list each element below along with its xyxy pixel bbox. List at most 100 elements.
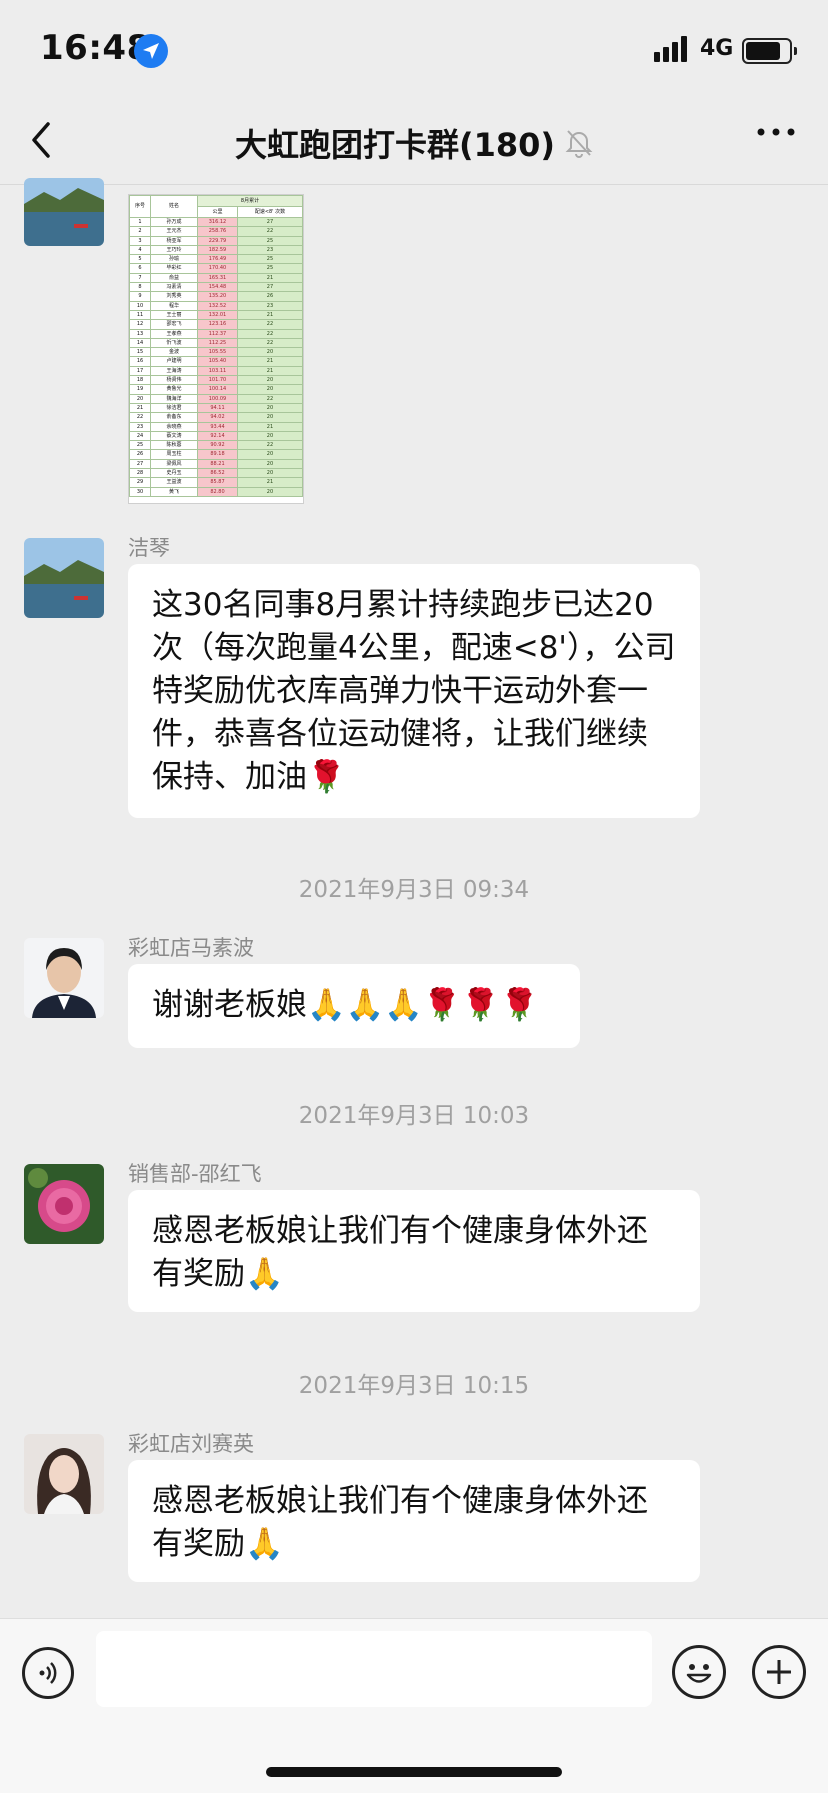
sheet-cell-name: 周玉柱 [150, 449, 198, 460]
sheet-row: 5 孙瑜 176.49 25 [129, 254, 303, 265]
sheet-cell-times: 22 [236, 319, 303, 330]
sheet-row: 26 周玉柱 89.18 20 [129, 449, 303, 460]
sheet-cell-seq: 20 [129, 393, 151, 404]
sheet-cell-seq: 11 [129, 309, 151, 321]
sheet-cell-km: 112.37 [197, 328, 238, 339]
sheet-cell-seq: 13 [129, 328, 151, 339]
shared-image-table[interactable]: 序号 姓名 8月累计 公里 配速<8' 次数 1 孙万成 316.12 27 2 王元杰 2… [128, 194, 304, 504]
sheet-row: 1 孙万成 316.12 27 [129, 216, 303, 228]
sheet-cell-name: 冯素清 [150, 282, 198, 293]
sheet-cell-km: 316.12 [197, 216, 238, 228]
sheet-cell-seq: 15 [129, 347, 151, 358]
sheet-row: 30 黄飞 82.80 20 [129, 486, 303, 497]
sheet-row: 22 俞备东 94.02 20 [129, 412, 303, 423]
sheet-cell-name: 王海涛 [150, 365, 198, 377]
avatar[interactable] [24, 1434, 104, 1514]
sheet-cell-seq: 28 [129, 467, 151, 479]
sheet-cell-seq: 5 [129, 254, 151, 265]
avatar[interactable] [24, 1164, 104, 1244]
sheet-row: 8 冯素清 154.48 27 [129, 282, 303, 293]
sheet-cell-km: 94.02 [197, 412, 238, 423]
sheet-cell-times: 27 [236, 282, 303, 293]
sheet-header-times: 配速<8' 次数 [236, 206, 303, 218]
sheet-cell-times: 20 [236, 375, 303, 386]
message-bubble[interactable]: 谢谢老板娘🙏🙏🙏🌹🌹🌹 [128, 964, 580, 1048]
sheet-cell-seq: 22 [129, 412, 151, 423]
sheet-cell-times: 25 [236, 235, 303, 246]
more-options-icon[interactable] [756, 126, 796, 138]
sheet-cell-name: 魏海洋 [150, 393, 198, 404]
sheet-cell-km: 132.52 [197, 300, 238, 311]
sheet-cell-times: 27 [236, 216, 303, 228]
sheet-cell-name: 刘秀英 [150, 291, 198, 302]
mute-bell-icon [565, 130, 593, 158]
sheet-row: 7 俞益 165.31 21 [129, 272, 303, 284]
sheet-cell-km: 92.14 [197, 430, 238, 442]
message-bubble[interactable]: 这30名同事8月累计持续跑步已达20次（每次跑量4公里，配速<8'），公司特奖励… [128, 564, 700, 818]
sheet-cell-seq: 29 [129, 477, 151, 488]
timestamp: 2021年9月3日 10:03 [298, 1103, 530, 1129]
sheet-cell-seq: 26 [129, 449, 151, 460]
sheet-cell-name: 孙瑜 [150, 254, 198, 265]
sheet-cell-seq: 25 [129, 440, 151, 451]
sheet-cell-times: 20 [236, 347, 303, 358]
sheet-row: 28 史丹玉 86.52 20 [129, 467, 303, 479]
sheet-cell-km: 123.16 [197, 319, 238, 330]
sheet-cell-times: 25 [236, 263, 303, 274]
sheet-header-seq: 序号 [129, 195, 151, 218]
sheet-cell-name: 杨亚军 [150, 235, 198, 246]
sheet-cell-name: 王士丽 [150, 309, 198, 321]
chat-title: 大虹跑团打卡群(180) [234, 126, 556, 164]
sheet-row: 21 徐洁君 94.11 20 [129, 402, 303, 414]
sender-name: 销售部-邵红飞 [128, 1162, 262, 1186]
sheet-cell-km: 82.80 [197, 486, 238, 497]
network-type: 4G [700, 36, 734, 61]
sheet-cell-times: 21 [236, 477, 303, 488]
sheet-cell-times: 22 [236, 328, 303, 339]
sheet-cell-km: 170.40 [197, 263, 238, 274]
sheet-cell-km: 90.92 [197, 440, 238, 451]
sheet-cell-name: 王孝燕 [150, 328, 198, 339]
emoji-icon[interactable] [672, 1645, 726, 1699]
sheet-cell-name: 徐洁君 [150, 402, 198, 414]
sheet-cell-km: 112.25 [197, 337, 238, 349]
sheet-cell-seq: 30 [129, 486, 151, 497]
sheet-cell-seq: 19 [129, 384, 151, 395]
avatar[interactable] [24, 538, 104, 618]
sheet-cell-seq: 8 [129, 282, 151, 293]
sheet-cell-seq: 3 [129, 235, 151, 246]
sheet-row: 16 卢建明 105.40 21 [129, 356, 303, 367]
sheet-cell-times: 25 [236, 254, 303, 265]
sheet-cell-km: 165.31 [197, 272, 238, 284]
sender-name: 彩虹店马素波 [128, 936, 254, 960]
sheet-cell-name: 王益波 [150, 477, 198, 488]
sheet-cell-km: 105.55 [197, 347, 238, 358]
sheet-cell-seq: 21 [129, 402, 151, 414]
sheet-cell-seq: 7 [129, 272, 151, 284]
sheet-row: 19 黄鲁光 100.14 20 [129, 384, 303, 395]
sheet-cell-seq: 6 [129, 263, 151, 274]
sheet-cell-times: 20 [236, 402, 303, 414]
voice-input-icon[interactable] [22, 1647, 74, 1699]
message-bubble[interactable]: 感恩老板娘让我们有个健康身体外还有奖励🙏 [128, 1190, 700, 1312]
sheet-row: 2 王元杰 258.76 22 [129, 226, 303, 237]
sheet-cell-times: 21 [236, 309, 303, 321]
avatar[interactable] [24, 178, 104, 246]
sheet-cell-times: 20 [236, 430, 303, 442]
add-more-icon[interactable] [752, 1645, 806, 1699]
sheet-row: 27 梁佩风 88.21 20 [129, 458, 303, 470]
message-bubble[interactable]: 感恩老板娘让我们有个健康身体外还有奖励🙏 [128, 1460, 700, 1582]
sheet-row: 9 刘秀英 135.20 26 [129, 291, 303, 302]
sheet-cell-km: 93.44 [197, 421, 238, 432]
battery-icon [742, 38, 797, 64]
sheet-cell-times: 22 [236, 226, 303, 237]
sheet-row: 20 魏海洋 100.09 22 [129, 393, 303, 404]
sheet-cell-name: 陈秋蓉 [150, 440, 198, 451]
sheet-cell-times: 22 [236, 337, 303, 349]
sheet-cell-seq: 24 [129, 430, 151, 442]
sheet-cell-seq: 23 [129, 421, 151, 432]
sheet-cell-name: 杨贤伟 [150, 375, 198, 386]
avatar[interactable] [24, 938, 104, 1018]
message-input[interactable] [96, 1631, 652, 1707]
sheet-cell-km: 85.87 [197, 477, 238, 488]
